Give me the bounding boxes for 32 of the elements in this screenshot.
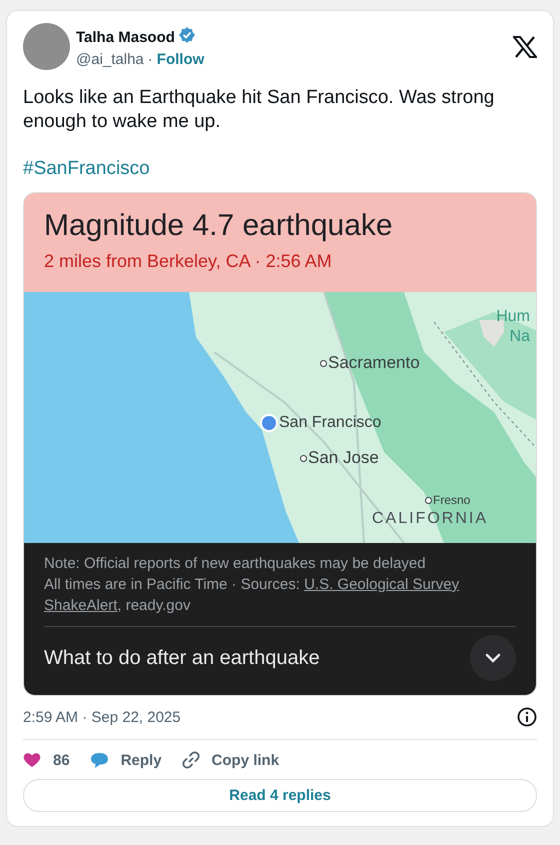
expand-button[interactable] bbox=[470, 635, 516, 681]
section-title: What to do after an earthquake bbox=[44, 648, 320, 668]
heart-icon bbox=[23, 752, 41, 768]
info-icon[interactable] bbox=[517, 707, 537, 727]
author-name[interactable]: Talha Masood bbox=[76, 28, 175, 46]
map-label: CALIFORNIA bbox=[372, 510, 488, 528]
author-handle: @ai_talha bbox=[76, 50, 144, 68]
sources-text: All times are in Pacific Time · Sources: U.S. Geological Survey ShakeAlert, ready.gov bbox=[44, 575, 460, 616]
chevron-down-icon bbox=[485, 653, 501, 663]
tweet-text: Looks like an Earthquake hit San Francisco. Was strong enough to wake me up. bbox=[23, 86, 496, 134]
reply-button[interactable]: Reply bbox=[90, 751, 162, 769]
link-icon bbox=[182, 751, 200, 769]
speech-bubble-icon bbox=[90, 752, 109, 768]
like-count[interactable]: 86 bbox=[23, 751, 70, 769]
map-label: San Francisco bbox=[279, 414, 382, 432]
note-text: Note: Official reports of new earthquakes may be delayed bbox=[44, 554, 427, 574]
timestamp[interactable]: 2:59 AM · Sep 22, 2025 bbox=[23, 708, 181, 726]
x-logo-icon[interactable] bbox=[513, 36, 537, 58]
copy-link-button[interactable]: Copy link bbox=[182, 751, 280, 769]
follow-link[interactable]: Follow bbox=[156, 50, 204, 68]
map-label: Hum Na bbox=[495, 307, 530, 347]
alert-subtitle: 2 miles from Berkeley, CA · 2:56 AM bbox=[44, 251, 333, 272]
map-label: Fresno bbox=[433, 493, 470, 507]
source-link[interactable]: ShakeAlert bbox=[44, 597, 118, 614]
alert-title: Magnitude 4.7 earthquake bbox=[44, 209, 394, 243]
separator: · bbox=[148, 50, 153, 68]
avatar[interactable] bbox=[23, 23, 70, 70]
source-link[interactable]: U.S. Geological Survey bbox=[304, 576, 460, 593]
map-label: San Jose bbox=[308, 448, 379, 468]
hashtag-link[interactable]: #SanFrancisco bbox=[23, 158, 150, 180]
map-label: Sacramento bbox=[328, 353, 420, 373]
read-replies-button[interactable]: Read 4 replies bbox=[23, 779, 537, 812]
